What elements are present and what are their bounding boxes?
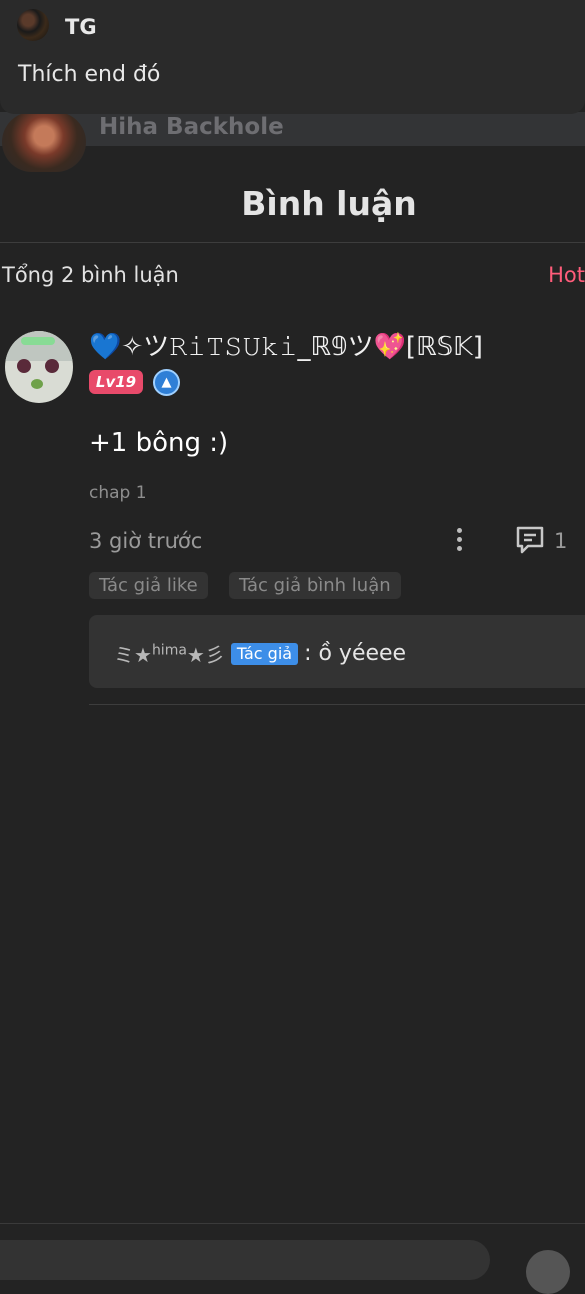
previous-comment-card: TG Thích end đó <box>0 0 585 114</box>
comment-author[interactable]: Hiha Backhole <box>99 114 284 140</box>
send-button[interactable] <box>526 1250 570 1294</box>
comment-count: Tổng 2 bình luận <box>2 263 179 287</box>
tag-author-like: Tác giả like <box>89 572 208 599</box>
divider <box>89 704 585 705</box>
comment-text: Thích end đó <box>18 62 161 87</box>
reply-preview[interactable]: ミ★hima★彡 Tác giả : ồ yéeee <box>89 615 585 688</box>
comment-author[interactable]: 💙✧ツ𝚁𝚒𝚃𝚂𝚄𝚔𝚒_ℝ𝟡ツ💖[ℝ𝕊𝕂] <box>89 326 483 363</box>
timestamp: 3 giờ trước <box>89 529 203 553</box>
tag-author-comment: Tác giả bình luận <box>229 572 401 599</box>
reply-count: 1 <box>554 529 568 553</box>
avatar[interactable] <box>5 331 73 403</box>
level-badge: Lv19 <box>89 370 143 394</box>
next-comment-peek <box>0 112 585 146</box>
avatar[interactable] <box>17 9 49 41</box>
reply-text: : ồ yéeee <box>304 641 407 666</box>
reply-author[interactable]: ミ★hima★彡 <box>114 639 225 668</box>
more-options-icon[interactable] <box>446 524 472 556</box>
sort-hot-button[interactable]: Hot <box>548 263 585 287</box>
reply-icon[interactable] <box>514 524 546 556</box>
comment-input[interactable] <box>0 1240 490 1280</box>
rank-icon: ▲ <box>153 369 180 396</box>
comment-text: +1 bông :) <box>89 428 229 458</box>
comment-author[interactable]: TG <box>65 15 97 39</box>
page-title: Bình luận <box>241 184 417 223</box>
author-badge: Tác giả <box>230 642 299 665</box>
avatar[interactable] <box>2 112 86 172</box>
chapter-label[interactable]: chap 1 <box>89 483 147 503</box>
divider <box>0 242 585 243</box>
divider <box>0 1223 585 1224</box>
